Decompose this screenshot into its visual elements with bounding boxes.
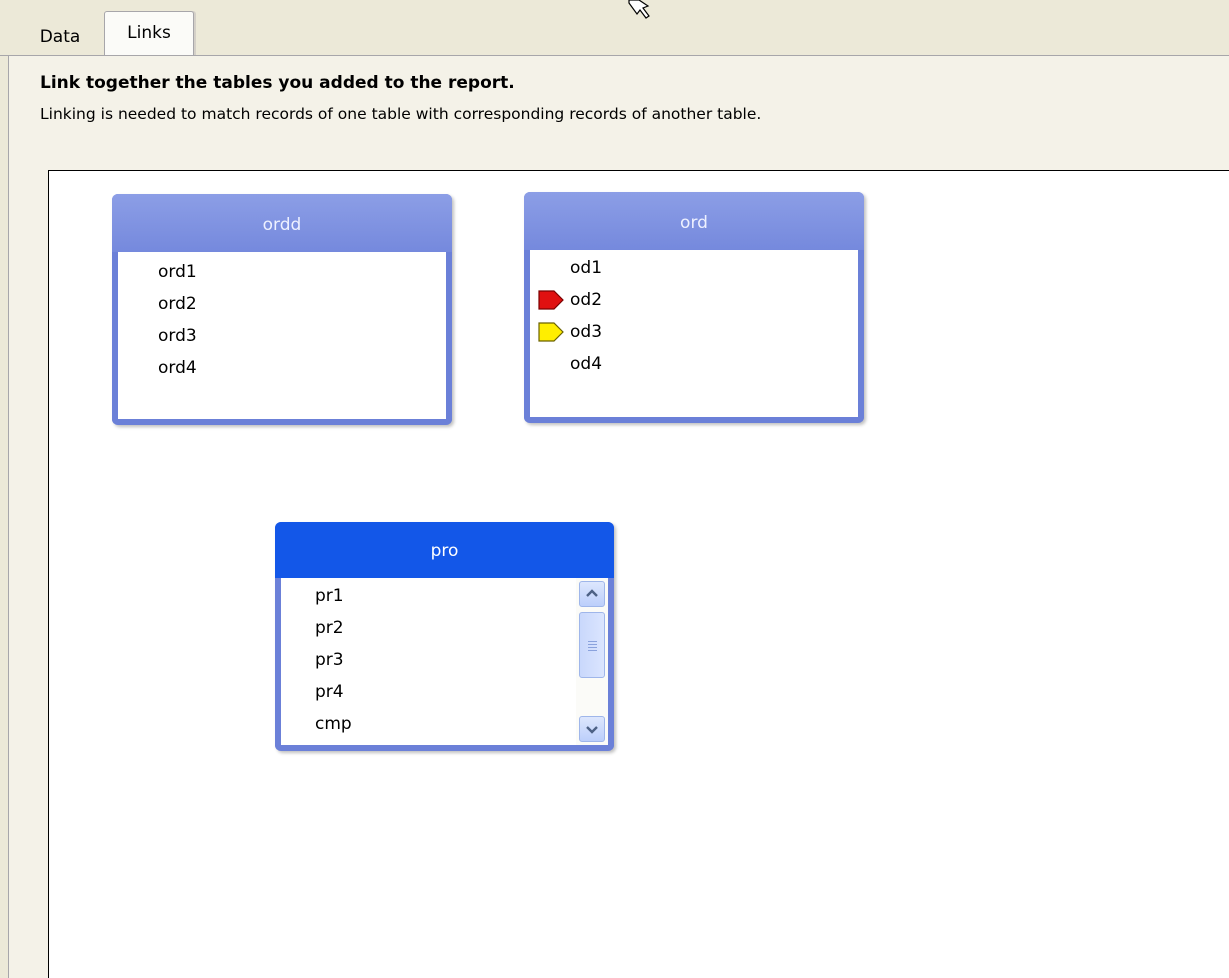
field-od2[interactable]: od2	[570, 290, 602, 310]
field-pr2[interactable]: pr2	[281, 612, 608, 644]
table-ordd[interactable]: ordd ord1 ord2 ord3 ord4	[112, 194, 452, 425]
table-ord[interactable]: ord od1 od2 od3 od4	[524, 192, 864, 423]
field-od4[interactable]: od4	[530, 348, 858, 380]
table-ordd-header[interactable]: ordd	[112, 194, 452, 252]
table-pro-scrollbar[interactable]	[576, 578, 608, 745]
mouse-cursor-icon	[628, 0, 650, 19]
page-title: Link together the tables you added to th…	[40, 73, 515, 93]
field-od3[interactable]: od3	[570, 322, 602, 342]
field-od3-row[interactable]: od3	[530, 316, 858, 348]
field-ord1[interactable]: ord1	[118, 256, 446, 288]
field-ord3[interactable]: ord3	[118, 320, 446, 352]
links-canvas[interactable]: ordd ord1 ord2 ord3 ord4 ord od1 od2 od3	[48, 170, 1229, 978]
page-description: Linking is needed to match records of on…	[40, 105, 762, 123]
field-od1[interactable]: od1	[530, 252, 858, 284]
link-key-red-icon[interactable]	[538, 290, 564, 310]
chevron-down-icon	[586, 726, 598, 734]
chevron-up-icon	[586, 589, 598, 597]
table-pro-header[interactable]: pro	[275, 522, 614, 578]
field-od2-row[interactable]: od2	[530, 284, 858, 316]
tab-links[interactable]: Links	[104, 11, 194, 56]
scroll-up-button[interactable]	[579, 581, 605, 607]
scroll-thumb[interactable]	[579, 612, 605, 678]
tab-data[interactable]: Data	[30, 26, 90, 48]
field-ord2[interactable]: ord2	[118, 288, 446, 320]
tab-strip: Data Links	[0, 0, 1229, 57]
scroll-down-button[interactable]	[579, 716, 605, 742]
table-pro[interactable]: pro pr1 pr2 pr3 pr4 cmp	[275, 522, 614, 751]
field-cmp[interactable]: cmp	[281, 708, 608, 740]
field-pr1[interactable]: pr1	[281, 580, 608, 612]
field-ord4[interactable]: ord4	[118, 352, 446, 384]
table-ord-header[interactable]: ord	[524, 192, 864, 250]
field-pr4[interactable]: pr4	[281, 676, 608, 708]
link-key-yellow-icon[interactable]	[538, 322, 564, 342]
field-pr3[interactable]: pr3	[281, 644, 608, 676]
